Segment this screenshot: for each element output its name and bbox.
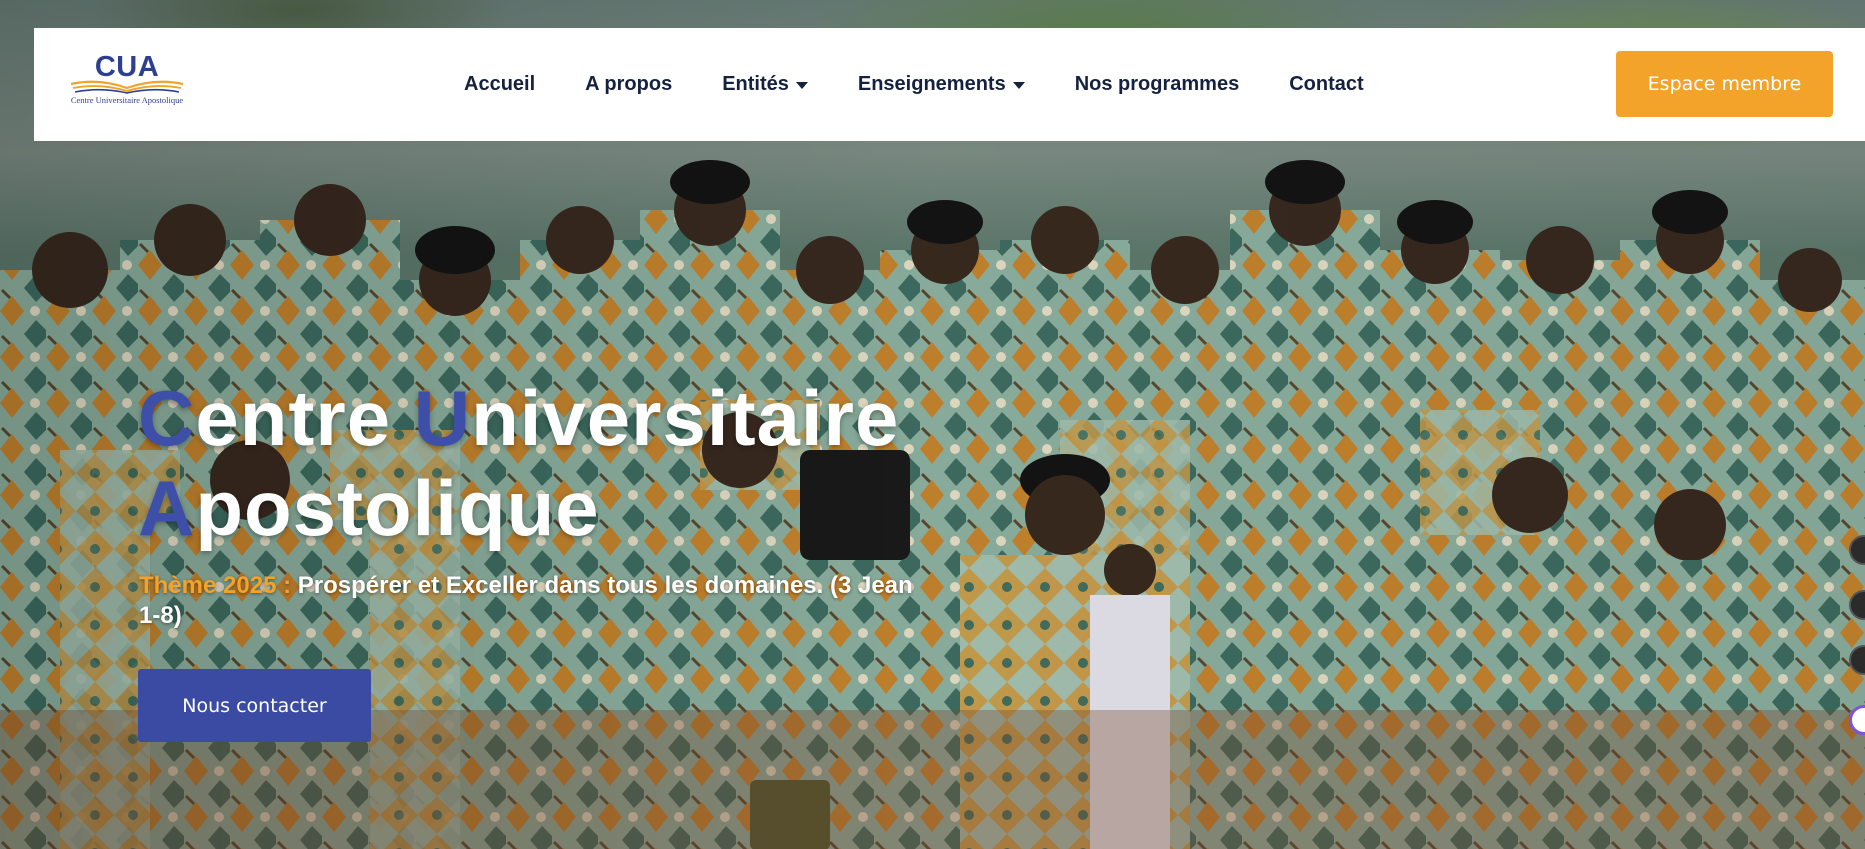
nav-item-label: Nos programmes [1074, 73, 1240, 95]
nav-item-a-propos[interactable]: A propos [585, 73, 672, 96]
nav-item-nos-programmes[interactable]: Nos programmes [1075, 73, 1240, 96]
nav-item-label: Entités [722, 73, 789, 95]
site-logo[interactable]: CUA Centre Universitaire Apostolique [62, 52, 192, 120]
nav-item-label: Accueil [464, 73, 536, 95]
nav-item-contact[interactable]: Contact [1289, 73, 1363, 96]
hero-title: Centre Universitaire Apostolique [138, 373, 958, 553]
hero-theme: Thème 2025 : Prospérer et Exceller dans … [139, 571, 919, 631]
main-navigation: Accueil A propos Entités Enseignements N… [464, 28, 1364, 141]
nav-item-label: A propos [585, 73, 673, 95]
nous-contacter-button[interactable]: Nous contacter [138, 669, 371, 742]
title-word-apostolique: Apostolique [138, 464, 600, 552]
nav-item-entites[interactable]: Entités [722, 73, 808, 96]
nav-item-accueil[interactable]: Accueil [464, 73, 535, 96]
espace-membre-button[interactable]: Espace membre [1616, 51, 1833, 117]
logo-mark: CUA [94, 51, 160, 83]
logo-subtitle: Centre Universitaire Apostolique [70, 95, 184, 105]
title-word-centre: Centre [138, 374, 392, 462]
caret-down-icon [795, 82, 808, 89]
caret-down-icon [1012, 82, 1025, 89]
nav-item-label: Enseignements [857, 73, 1006, 95]
nav-item-enseignements[interactable]: Enseignements [858, 73, 1025, 96]
site-header: CUA Centre Universitaire Apostolique Acc… [34, 28, 1865, 141]
title-word-universitaire: Universitaire [413, 374, 900, 462]
nav-item-label: Contact [1289, 73, 1364, 95]
theme-label: Thème 2025 : [139, 572, 292, 599]
